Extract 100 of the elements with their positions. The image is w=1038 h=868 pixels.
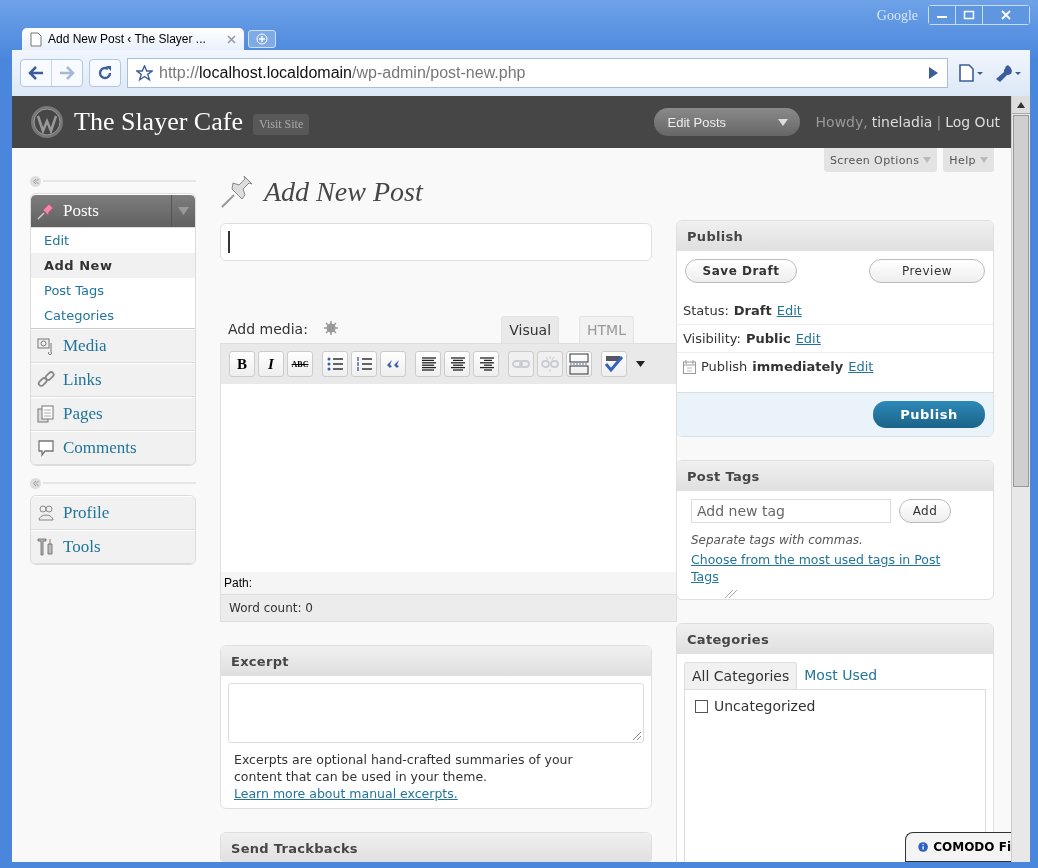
bold-button[interactable]: B [229,351,255,377]
logout-link[interactable]: Log Out [945,114,1000,130]
excerpt-field[interactable] [228,683,644,743]
submenu-item[interactable]: Add New [31,253,195,278]
checkbox[interactable] [695,699,708,713]
users-icon [37,504,55,522]
minimize-button[interactable] [929,6,956,24]
editor-tab[interactable]: Visual [501,316,560,343]
setting-value: Draft [733,303,772,318]
gear-icon[interactable] [323,321,338,335]
menu-item[interactable]: Profile [31,496,195,530]
setting-label: Visibility: [683,331,741,346]
save-draft-button[interactable]: Save Draft [685,259,797,283]
panel-title: Excerpt [231,653,289,669]
maximize-button[interactable] [956,6,983,24]
star-icon[interactable] [136,64,153,82]
strike-button[interactable]: ABC [287,351,313,377]
setting-label: Publish [701,359,748,374]
quote-icon [386,359,400,369]
caret-icon [923,157,932,163]
caret-icon[interactable] [636,361,645,367]
setting-label: Status: [683,303,729,318]
menu-item[interactable]: Media [31,329,195,363]
calendar-icon [683,359,696,374]
close-icon[interactable] [227,34,236,44]
submenu-item[interactable]: Edit [31,228,195,253]
address-bar[interactable]: http://localhost.localdomain/wp-admin/post-new.php [127,58,948,88]
browser-brand: Google [876,8,918,24]
word-count: Word count: 0 [229,601,313,615]
category-tab[interactable]: Most Used [797,662,885,689]
align-center-icon [449,357,465,371]
tag-input-field[interactable]: Add new tag [691,499,891,523]
category-tab[interactable]: All Categories [684,662,798,689]
resize-grip-icon[interactable] [725,590,737,598]
align-center-button[interactable] [444,351,470,377]
resize-grip-icon[interactable] [633,732,641,740]
menu-item[interactable]: Tools [31,530,195,564]
screen-tab[interactable]: Screen Options [823,148,938,172]
site-title[interactable]: The Slayer Cafe [74,107,243,137]
reload-button[interactable] [89,59,121,87]
align-left-button[interactable] [415,351,441,377]
menu-item[interactable]: Pages [31,397,195,431]
most-used-tags-link[interactable]: Choose from the most used tags in Post Tags [691,551,959,585]
learn-more-link[interactable]: Learn more about manual excerpts. [234,786,458,801]
wordpress-logo [30,105,64,139]
publish-button[interactable]: Publish [873,401,985,428]
panel-title: Categories [687,631,769,647]
caret-icon [980,157,988,163]
screen-tab[interactable]: Help [943,148,994,172]
menu-item[interactable]: Posts [31,194,195,228]
page-title: Add New Post [264,176,423,208]
edit-posts-dropdown[interactable]: Edit Posts [653,108,800,136]
add-tag-button[interactable]: Add [899,499,951,523]
spell-button[interactable] [601,351,627,377]
submenu-item[interactable]: Categories [31,303,195,328]
forward-arrow-icon [59,66,75,80]
preview-button[interactable]: Preview [869,259,985,283]
align-right-icon [478,357,494,371]
caret-icon [777,118,788,126]
panel-title: Post Tags [687,468,760,484]
notification-title: COMODO Fi [933,840,1011,854]
collapse-icon[interactable] [30,477,41,489]
speech-bubble-icon [37,439,55,457]
title-field[interactable] [220,223,652,261]
category-label: Uncategorized [714,698,816,714]
page-icon [30,31,42,47]
panel-title: Send Trackbacks [231,840,358,856]
align-left-icon [420,357,436,371]
user-link[interactable]: tineladia [871,114,933,130]
go-icon[interactable] [927,66,939,80]
scrollbar-thumb[interactable] [1013,115,1029,487]
menu-item[interactable]: Comments [31,431,195,465]
setting-value: immediately [752,359,844,374]
close-button[interactable] [983,6,1029,24]
quote-button[interactable] [380,351,406,377]
browser-tab[interactable]: Add New Post ‹ The Slayer ... [22,28,244,50]
add-media-label: Add media: [228,321,308,337]
setting-value: Public [745,331,791,346]
bullet-list-icon [327,357,343,371]
more-button[interactable] [566,351,592,377]
submenu-item[interactable]: Post Tags [31,278,195,303]
italic-button[interactable]: I [258,351,284,377]
new-tab-button[interactable] [248,30,276,48]
bullets-button[interactable] [322,351,348,377]
collapse-icon[interactable] [30,175,41,187]
excerpt-help-text: Excerpts are optional hand-crafted summaries of your content that can be used in your theme. Learn more about manual excerpts. [234,751,574,802]
edit-link[interactable]: Edit [795,331,821,346]
hint-text: Separate tags with commas. [691,533,864,547]
chain-icon [37,371,55,389]
scroll-up-icon[interactable] [1017,101,1025,108]
media-icon [37,337,55,355]
menu-item[interactable]: Links [31,363,195,397]
page-menu-icon[interactable] [958,64,984,82]
edit-link[interactable]: Edit [848,359,874,374]
visit-site-button[interactable]: Visit Site [252,113,310,135]
wrench-icon[interactable] [994,64,1022,82]
edit-link[interactable]: Edit [776,303,802,318]
link-icon [512,359,530,369]
numbers-button[interactable] [351,351,377,377]
align-right-button[interactable] [473,351,499,377]
